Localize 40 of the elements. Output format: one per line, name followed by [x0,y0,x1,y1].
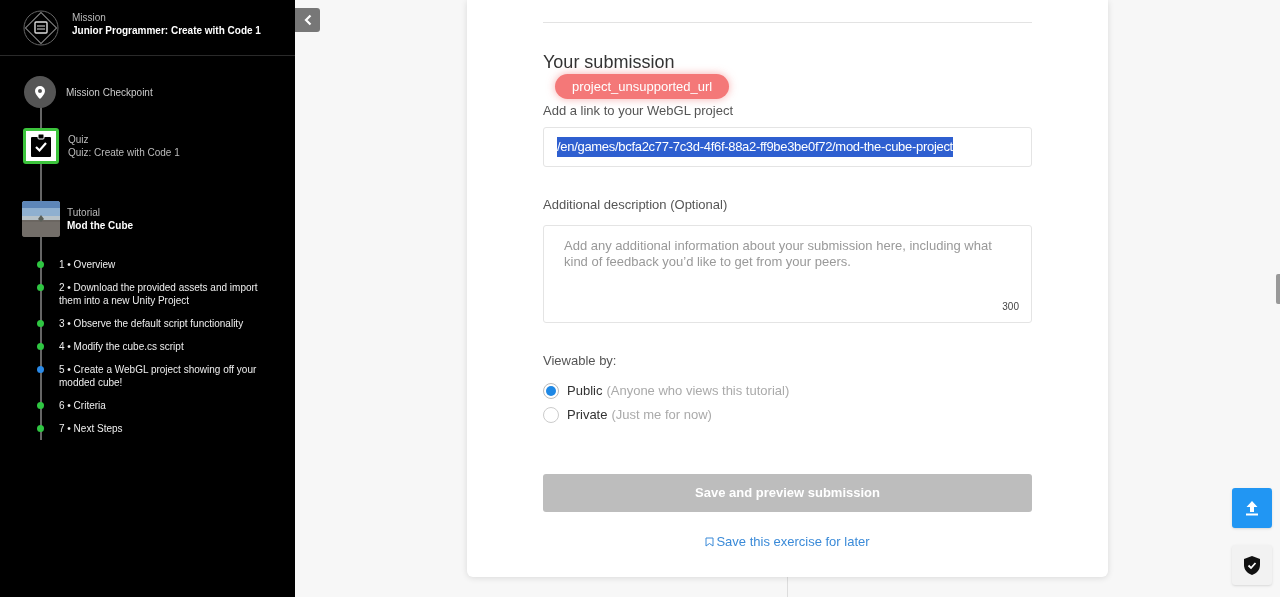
radio-hint: (Anyone who views this tutorial) [606,383,790,399]
step-link[interactable]: 1 • Overview [59,258,279,271]
field-label: Additional description (Optional) [543,197,729,213]
radio-label[interactable]: Private [567,407,608,423]
privacy-button[interactable] [1232,545,1272,585]
shield-check-icon [1244,555,1260,575]
clipboard-check-icon [30,134,52,158]
chevron-left-icon [303,14,312,26]
upload-icon [1245,500,1259,516]
bookmark-icon [705,536,715,547]
error-tooltip: project_unsupported_url [555,74,730,99]
field-label: Viewable by: [543,353,618,369]
step-link[interactable]: 6 • Criteria [59,399,279,412]
mission-icon [23,9,59,46]
radio-label[interactable]: Public [567,383,603,399]
step-link[interactable]: 7 • Next Steps [59,422,279,435]
section-heading: Your submission [543,51,676,73]
step-link[interactable]: 3 • Observe the default script functionality [59,317,279,330]
description-placeholder: Add any additional information about your submission here, including what kind of feedback you’d like to get from your peers. [564,238,993,270]
quiz-label: Quiz [68,133,90,146]
step-link[interactable]: 4 • Modify the cube.cs script [59,340,279,353]
character-count: 300 [1002,300,1019,314]
tutorial-label: Tutorial [67,206,101,219]
mission-label: Mission [72,10,107,24]
tutorial-title[interactable]: Mod the Cube [67,219,134,232]
location-pin-icon [35,85,45,99]
collapse-sidebar-button[interactable] [295,8,320,32]
description-field[interactable]: Add any additional information about your submission here, including what kind of feedback you’d like to get from your peers. 300 [543,225,1032,323]
mission-title: Junior Programmer: Create with Code 1 [72,23,261,37]
checkpoint-title[interactable]: Mission Checkpoint [66,84,153,100]
radio-hint: (Just me for now) [611,407,712,423]
project-link-value: /en/games/bcfa2c77-7c3d-4f6f-88a2-ff9be3be0f72/mod-the-cube-project [557,137,953,157]
step-link[interactable]: 2 • Download the provided assets and import them into a new Unity Project [59,281,279,307]
field-label: Add a link to your WebGL project [543,103,735,119]
step-link[interactable]: 5 • Create a WebGL project showing off your modded cube! [59,363,279,389]
quiz-title[interactable]: Quiz: Create with Code 1 [68,146,180,159]
save-for-later-link[interactable]: Save this exercise for later [705,532,870,552]
upload-button[interactable] [1232,488,1272,528]
scrollbar-thumb[interactable] [1276,274,1280,304]
project-link-field[interactable]: /en/games/bcfa2c77-7c3d-4f6f-88a2-ff9be3be0f72/mod-the-cube-project [543,127,1032,167]
